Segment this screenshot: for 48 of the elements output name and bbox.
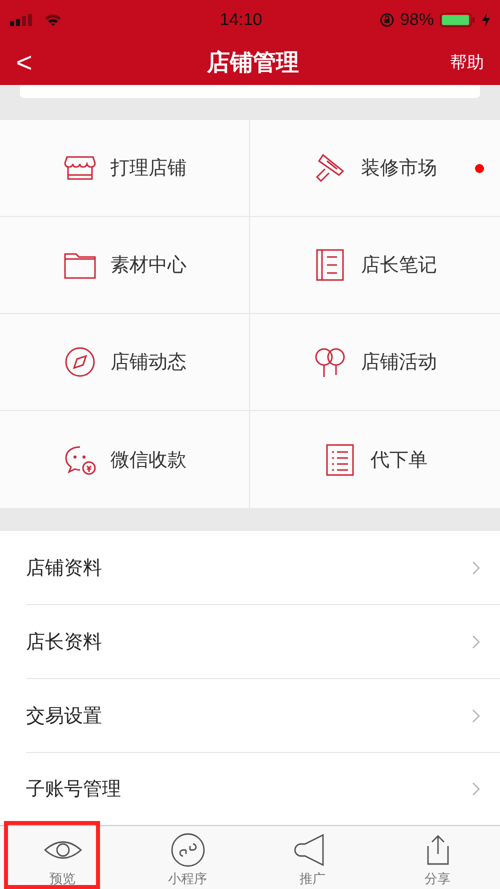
- menu-tile[interactable]: 代下单: [250, 411, 500, 508]
- brush-icon: [313, 151, 347, 185]
- tab-item[interactable]: 预览: [0, 826, 125, 889]
- settings-row[interactable]: 子账号管理: [26, 753, 500, 825]
- back-button[interactable]: <: [16, 46, 56, 78]
- row-label: 店铺资料: [26, 556, 102, 580]
- menu-tile[interactable]: 打理店铺: [0, 120, 250, 217]
- tile-label: 素材中心: [110, 253, 186, 278]
- tile-label: 店长笔记: [361, 253, 437, 278]
- battery-icon: [440, 13, 476, 27]
- battery-percent: 98%: [400, 10, 434, 30]
- tab-item[interactable]: 分享: [375, 826, 500, 889]
- settings-row[interactable]: 交易设置: [26, 679, 500, 753]
- tile-label: 打理店铺: [110, 156, 186, 181]
- rotation-lock-icon: [380, 13, 394, 27]
- chevron-right-icon: [472, 708, 480, 722]
- menu-tile[interactable]: 装修市场: [250, 120, 500, 217]
- settings-row[interactable]: 店铺资料: [26, 531, 500, 605]
- tile-label: 微信收款: [110, 448, 186, 472]
- tab-item[interactable]: 推广: [250, 826, 375, 889]
- charging-icon: [482, 13, 490, 27]
- settings-row[interactable]: 店长资料: [26, 605, 500, 679]
- menu-tile[interactable]: 微信收款: [0, 411, 250, 508]
- chevron-right-icon: [472, 782, 480, 796]
- wifi-icon: [44, 14, 62, 26]
- page-title: 店铺管理: [206, 49, 300, 78]
- menu-tile[interactable]: 店长笔记: [250, 217, 500, 314]
- chevron-right-icon: [472, 634, 480, 648]
- tab-label: 预览: [50, 871, 76, 888]
- row-label: 店长资料: [26, 630, 102, 654]
- menu-tile[interactable]: 素材中心: [0, 217, 250, 314]
- tab-label: 推广: [300, 871, 326, 888]
- tab-item[interactable]: 小程序: [125, 826, 250, 889]
- tab-label: 小程序: [168, 871, 207, 888]
- row-label: 子账号管理: [26, 777, 121, 802]
- tile-label: 代下单: [370, 448, 428, 472]
- help-link[interactable]: 帮助: [450, 51, 484, 74]
- tab-label: 分享: [424, 871, 450, 888]
- tile-label: 装修市场: [361, 156, 437, 181]
- compass-icon: [62, 345, 96, 379]
- row-label: 交易设置: [26, 704, 102, 728]
- status-time: 14:10: [218, 10, 264, 30]
- menu-tile[interactable]: 店铺动态: [0, 314, 250, 411]
- chevron-right-icon: [472, 560, 480, 574]
- tile-label: 店铺动态: [110, 350, 186, 375]
- signal-icon: [10, 14, 32, 26]
- menu-tile[interactable]: 店铺活动: [250, 314, 500, 411]
- tile-label: 店铺活动: [361, 350, 437, 375]
